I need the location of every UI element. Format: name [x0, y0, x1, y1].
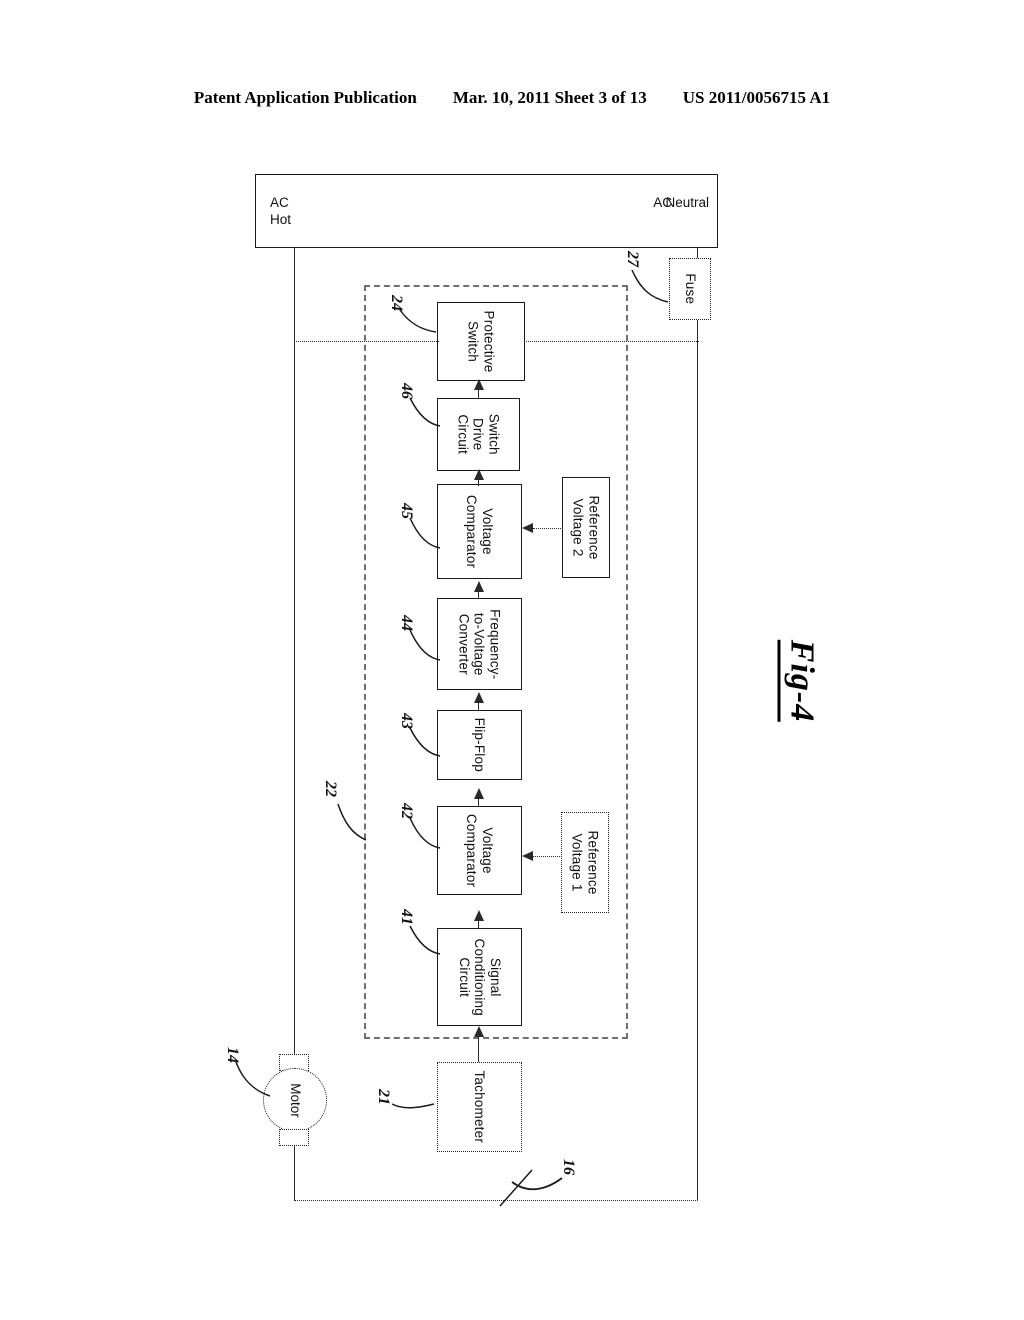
leader-line-42 [409, 817, 441, 849]
block-reference-voltage-1: Reference Voltage 1 [561, 812, 609, 913]
leader-line-14 [235, 1061, 271, 1097]
page-header: Patent Application Publication Mar. 10, … [0, 88, 1024, 112]
block-protective-switch: Protective Switch [437, 302, 525, 381]
block-reference-voltage-2-label: Reference Voltage 2 [571, 495, 602, 560]
wire-refv2-to-vc45 [533, 528, 563, 529]
leader-line-24 [399, 309, 437, 333]
wire-refv1-to-vc42 [533, 856, 562, 857]
figure-caption-text: Fig-4 [777, 639, 821, 723]
leader-line-22 [337, 803, 367, 841]
leader-line-44 [409, 629, 441, 661]
wire-neutral-right-vertical [697, 320, 699, 1201]
block-voltage-comparator-45-label: Voltage Comparator [464, 494, 496, 569]
header-publication: Patent Application Publication [193, 88, 417, 107]
figure-caption: Fig-4 [744, 596, 854, 766]
block-reference-voltage-2: Reference Voltage 2 [562, 477, 610, 578]
leader-line-46 [409, 397, 441, 427]
block-frequency-to-voltage-converter: Frequency- to-Voltage Converter [437, 598, 522, 690]
wire-hot-to-protective-switch [294, 341, 439, 342]
block-voltage-comparator-45: Voltage Comparator [437, 484, 522, 579]
ref-16: 16 [560, 1159, 577, 1175]
header-date-sheet: Mar. 10, 2011 Sheet 3 of 13 [452, 88, 647, 107]
arrowhead-vc42-to-ff [474, 788, 484, 799]
leader-line-27 [631, 269, 669, 303]
arrowhead-sdc-to-ps [474, 379, 484, 390]
arrowhead-fvc-to-vc45 [474, 581, 484, 592]
block-fuse-label: Fuse [682, 273, 698, 305]
block-flip-flop: Flip-Flop [437, 710, 522, 780]
leader-line-43 [409, 727, 441, 757]
block-voltage-comparator-42: Voltage Comparator [437, 806, 522, 895]
leader-line-21 [391, 1103, 435, 1109]
ac-hot-label-line1: AC [270, 195, 289, 210]
block-reference-voltage-1-label: Reference Voltage 1 [570, 830, 601, 895]
leader-line-45 [409, 517, 441, 549]
patent-figure-page: Patent Application Publication Mar. 10, … [0, 0, 1024, 1320]
block-switch-drive-circuit-label: Switch Drive Circuit [455, 414, 502, 455]
wire-protective-switch-to-neutral [524, 341, 699, 342]
block-switch-drive-circuit: Switch Drive Circuit [437, 398, 520, 471]
block-motor-label: Motor [287, 1082, 303, 1118]
ref-22: 22 [322, 781, 339, 797]
block-frequency-to-voltage-converter-label: Frequency- to-Voltage Converter [456, 608, 503, 680]
block-voltage-comparator-42-label: Voltage Comparator [464, 813, 496, 888]
arrowhead-refv1-to-vc42 [522, 851, 533, 861]
arrowhead-refv2-to-vc45 [522, 523, 533, 533]
block-tachometer-label: Tachometer [472, 1070, 488, 1144]
block-flip-flop-label: Flip-Flop [472, 717, 488, 773]
block-tachometer: Tachometer [437, 1062, 522, 1152]
block-signal-conditioning-circuit: Signal Conditioning Circuit [437, 928, 522, 1026]
block-signal-conditioning-circuit-label: Signal Conditioning Circuit [456, 938, 503, 1016]
wire-neutral-top-stub [697, 248, 699, 258]
leader-line-41 [409, 925, 441, 955]
arrowhead-ff-to-fvc [474, 692, 484, 703]
motor-terminal-bottom [279, 1129, 309, 1146]
arrowhead-scc-to-vc42 [474, 910, 484, 921]
ac-hot-label-line2: Hot [270, 212, 292, 227]
ac-neutral-label-line2: Neutral [665, 195, 709, 210]
ac-supply-bar: AC Hot AC Neutral [255, 174, 718, 248]
arrowhead-tach-to-scc [474, 1026, 484, 1037]
block-protective-switch-label: Protective Switch [466, 310, 497, 373]
header-patent-number: US 2011/0056715 A1 [682, 88, 831, 107]
wire-system-bottom-dotted [294, 1200, 698, 1201]
arrowhead-vc45-to-sdc [474, 469, 484, 480]
